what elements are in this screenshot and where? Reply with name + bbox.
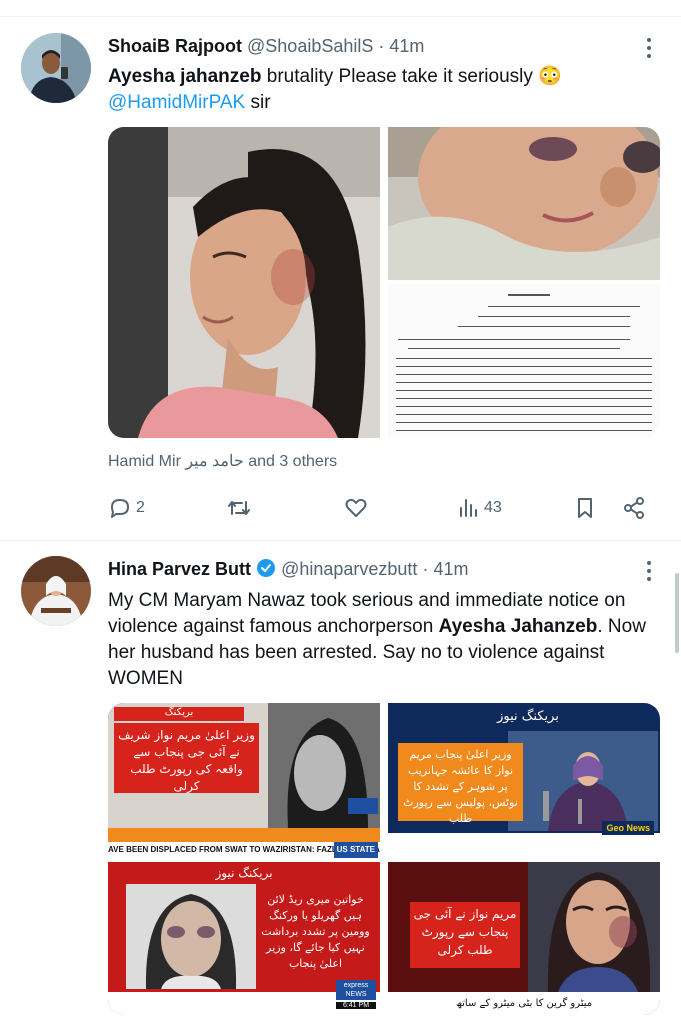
more-icon[interactable] [647, 38, 651, 62]
views-icon [460, 499, 477, 517]
bookmark-button[interactable] [574, 494, 596, 522]
media-tv-1[interactable]: بریکنگ وزیر اعلیٰ مریم نواز شریف نے آئی … [108, 703, 380, 858]
author-name[interactable]: Hina Parvez Butt [108, 559, 251, 579]
media-grid: بریکنگ وزیر اعلیٰ مریم نواز شریف نے آئی … [108, 703, 660, 1015]
separator-dot: · [422, 559, 429, 579]
news-headline: خواتین میری ریڈ لائن ہیں گھریلو یا ورکنگ… [261, 893, 370, 970]
media-tv-2[interactable]: بریکنگ نیوز وزیر اعلیٰ پنجاب مریم نواز ک… [388, 703, 660, 858]
avatar[interactable] [21, 556, 91, 626]
news-headline: وزیر اعلیٰ مریم نواز شریف نے آئی جی پنجا… [114, 723, 259, 793]
avatar-image [21, 556, 91, 626]
tweet-text-suffix: sir [245, 92, 271, 113]
retweet-icon [228, 501, 250, 515]
tweet-header: ShoaiB Rajpoot @ShoaibSahilS · 41m [108, 36, 424, 57]
separator-dot: · [378, 36, 385, 56]
liked-by[interactable]: Hamid Mir حامد میر and 3 others [108, 451, 337, 471]
media-tv-3[interactable]: بریکنگ نیوز خواتین میری ریڈ لائن ہیں گھر… [108, 862, 380, 1015]
news-photo [268, 703, 380, 828]
news-photo [126, 884, 256, 989]
media-photo-3[interactable] [388, 284, 660, 438]
author-handle[interactable]: @hinaparvezbutt [281, 559, 417, 579]
tweet-text-bold: Ayesha Jahanzeb [438, 616, 598, 637]
avatar-image [21, 33, 91, 103]
tweet-text: Ayesha jahanzeb brutality Please take it… [108, 64, 653, 116]
bookmark-icon [578, 498, 592, 518]
action-bar: 2 43 [108, 494, 648, 522]
views-count: 43 [484, 499, 502, 516]
breaking-header: بریکنگ نیوز [497, 709, 559, 724]
author-handle[interactable]: @ShoaibSahilS [247, 36, 373, 56]
more-icon[interactable] [647, 561, 651, 585]
media-grid [108, 127, 660, 438]
tweet-text: My CM Maryam Nawaz took serious and imme… [108, 588, 653, 692]
timestamp[interactable]: 41m [433, 559, 468, 579]
media-photo-2[interactable] [388, 127, 660, 280]
breaking-tag: بریکنگ [114, 707, 244, 721]
views-button[interactable]: 43 [458, 494, 502, 522]
retweet-button[interactable] [226, 494, 252, 522]
reply-icon [111, 499, 129, 518]
avatar[interactable] [21, 33, 91, 103]
news-photo [508, 731, 658, 831]
verified-icon [257, 559, 276, 577]
channel-logo: Geo News [602, 821, 654, 835]
media-tv-4[interactable]: مریم نواز نے آئی جی پنجاب سے رپورٹ طلب ک… [388, 862, 660, 1015]
tweet-2[interactable]: Hina Parvez Butt @hinaparvezbutt · 41m M… [0, 541, 681, 1024]
tweet-1[interactable]: ShoaiB Rajpoot @ShoaibSahilS · 41m Ayesh… [0, 0, 681, 540]
share-icon [624, 497, 644, 519]
news-ticker: میٹرو گرین کا بٹی میٹرو کے ساتھ [388, 992, 660, 1015]
news-ticker: AVE BEEN DISPLACED FROM SWAT TO WAZIRIST… [108, 842, 380, 858]
mention-link[interactable]: @HamidMirPAK [108, 92, 245, 113]
media-photo-1[interactable] [108, 127, 380, 438]
broadcast-time: 6:41 PM [336, 1002, 376, 1009]
tweet-text-main: brutality Please take it seriously 😳 [261, 66, 562, 87]
share-button[interactable] [622, 494, 646, 522]
status-tag: US STATE [333, 842, 378, 858]
tweet-text-bold: Ayesha jahanzeb [108, 66, 262, 87]
like-icon [345, 498, 367, 517]
tweet-header: Hina Parvez Butt @hinaparvezbutt · 41m [108, 558, 468, 580]
news-headline: مریم نواز نے آئی جی پنجاب سے رپورٹ طلب ک… [410, 902, 520, 968]
channel-logo: express NEWS [336, 980, 376, 1000]
news-headline: وزیر اعلیٰ پنجاب مریم نواز کا عائشہ جہان… [398, 743, 523, 825]
author-name[interactable]: ShoaiB Rajpoot [108, 36, 242, 56]
breaking-header: بریکنگ نیوز [215, 866, 273, 880]
reply-count: 2 [136, 499, 145, 516]
timestamp[interactable]: 41m [389, 36, 424, 56]
reply-button[interactable]: 2 [108, 494, 145, 522]
like-button[interactable] [344, 494, 368, 522]
news-photo [528, 862, 660, 992]
scrollbar[interactable] [675, 573, 679, 653]
